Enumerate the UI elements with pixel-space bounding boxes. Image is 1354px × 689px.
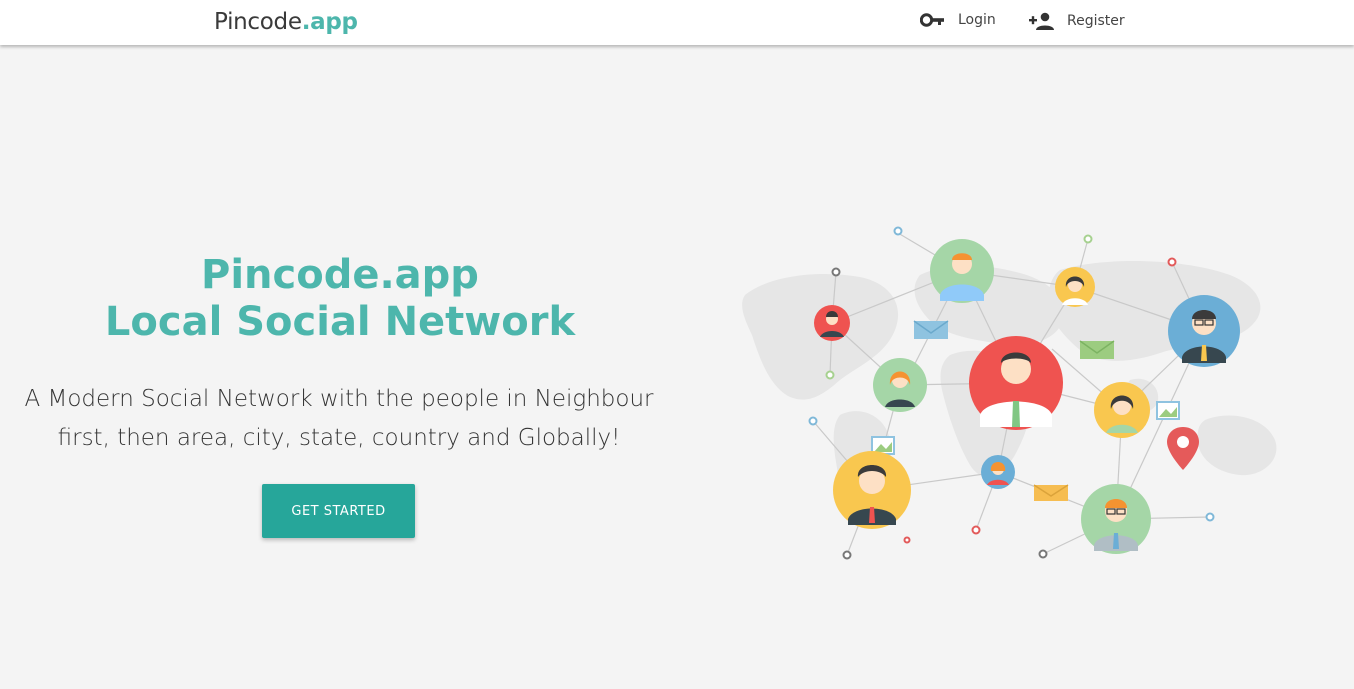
- brand-tld: .app: [301, 9, 358, 35]
- brand-name: Pincode: [214, 9, 302, 35]
- login-label: Login: [958, 12, 996, 28]
- location-pin-icon: [1167, 427, 1199, 470]
- social-network-illustration: [690, 165, 1340, 615]
- register-label: Register: [1067, 13, 1125, 29]
- register-link[interactable]: Register: [1029, 12, 1125, 30]
- hero-subtitle-line2: first, then area, city, state, country a…: [57, 425, 621, 451]
- get-started-button[interactable]: GET STARTED: [262, 484, 415, 538]
- hero-subtitle: A Modern Social Network with the people …: [20, 380, 658, 458]
- hero-subtitle-line1: A Modern Social Network with the people …: [24, 386, 654, 412]
- person-add-icon: [1029, 12, 1055, 30]
- hero-title: Pincode.app Local Social Network: [40, 252, 640, 346]
- hero-title-line2: Local Social Network: [104, 299, 576, 345]
- network-map-graphic: [742, 226, 1277, 560]
- top-navbar: Pincode.app Login Register: [0, 0, 1354, 45]
- key-icon: [920, 13, 946, 27]
- brand-logo[interactable]: Pincode.app: [214, 9, 358, 35]
- login-link[interactable]: Login: [920, 12, 996, 28]
- hero-title-line1: Pincode.app: [201, 252, 479, 298]
